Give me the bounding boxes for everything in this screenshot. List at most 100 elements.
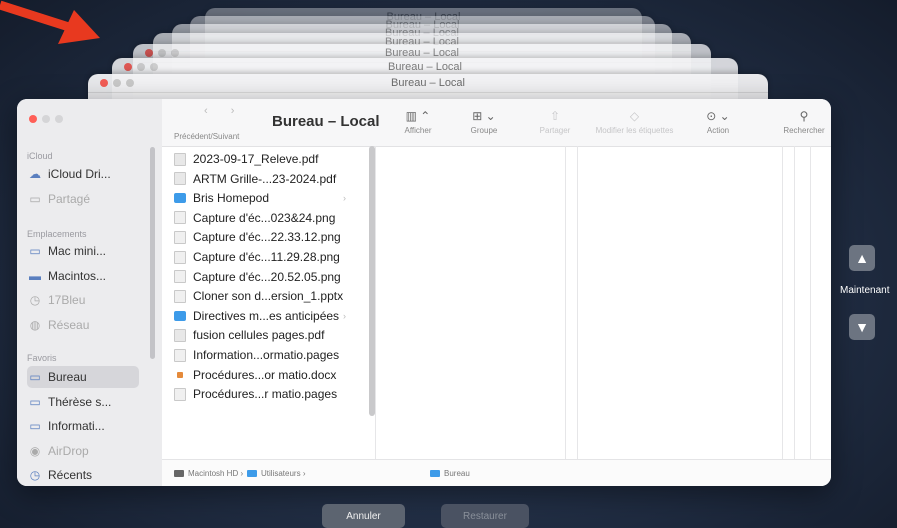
- file-list-column: 2023-09-17_Releve.pdf ARTM Grille-...23-2…: [162, 146, 372, 456]
- document-icon: [174, 387, 186, 401]
- path-separator: ›: [240, 469, 244, 478]
- path-current[interactable]: Bureau: [430, 469, 470, 478]
- action-label: Action: [706, 126, 730, 135]
- group-grid-icon: ⊞ ⌄: [472, 109, 496, 123]
- file-name: fusion cellules pages.pdf: [193, 328, 325, 343]
- file-name: 2023-09-17_Releve.pdf: [193, 152, 319, 166]
- group-label: Groupe: [470, 126, 498, 135]
- column-divider: [810, 146, 811, 459]
- sidebar-item-airdrop[interactable]: ◉ AirDrop: [27, 440, 139, 462]
- sidebar-item-icloud-dri[interactable]: ☁ iCloud Dri...: [27, 163, 139, 185]
- ellipsis-circle-icon: ⊙ ⌄: [706, 109, 730, 123]
- view-button[interactable]: ▥ ⌃ Afficher: [398, 109, 438, 135]
- sidebar-heading-favorites: Favoris: [27, 353, 57, 363]
- file-list-item[interactable]: 2023-09-17_Releve.pdf: [174, 150, 354, 168]
- sidebar-item-label: Macintos...: [48, 268, 107, 283]
- sidebar-item-partag[interactable]: ▭ Partagé: [27, 188, 139, 210]
- sidebar-item-r-cents[interactable]: ◷ Récents: [27, 464, 139, 486]
- sidebar-item-label: Bureau: [48, 370, 87, 384]
- document-icon: [177, 371, 183, 378]
- sidebar-item-r-seau[interactable]: ◍ Réseau: [27, 314, 139, 336]
- folder-icon: [430, 470, 440, 478]
- action-button[interactable]: ⊙ ⌄ Action: [698, 109, 738, 135]
- file-list-item[interactable]: Procédures...r matio.pages: [174, 385, 354, 403]
- file-name: Capture d'éc...20.52.05.png: [193, 269, 341, 284]
- clock-icon: ◷: [29, 293, 41, 307]
- document-icon: [174, 152, 186, 166]
- desktop-folder-icon: ▭: [29, 370, 41, 384]
- sidebar-item-label: AirDrop: [48, 443, 89, 458]
- file-list-item[interactable]: Directives m...es anticipées ›: [174, 307, 354, 325]
- document-icon: [174, 211, 186, 225]
- document-icon: [174, 172, 186, 186]
- view-label: Afficher: [404, 126, 432, 135]
- timeline-down-button[interactable]: ▼: [849, 314, 875, 340]
- close-button[interactable]: [29, 115, 37, 123]
- file-list-item[interactable]: Information...ormatio.pages: [174, 346, 354, 364]
- path-disk-label: Macintosh HD: [188, 469, 239, 478]
- nav-arrows[interactable]: ‹ ›: [204, 105, 244, 117]
- sidebar: iCloud Emplacements Favoris ☁ iCloud Dri.…: [17, 99, 162, 486]
- sidebar-item-informati[interactable]: ▭ Informati...: [27, 415, 139, 437]
- share-button[interactable]: ⇧ Partager: [535, 109, 575, 135]
- file-name: Procédures...or matio.docx: [193, 367, 337, 382]
- column-divider: [565, 146, 566, 459]
- restore-button[interactable]: Restaurer: [441, 504, 529, 528]
- file-list-item[interactable]: Cloner son d...ersion_1.pptx: [174, 287, 354, 305]
- sidebar-item-label: iCloud Dri...: [48, 167, 111, 181]
- timeline-now-label: Maintenant: [840, 285, 890, 296]
- sidebar-item-17bleu[interactable]: ◷ 17Bleu: [27, 289, 139, 311]
- columns-view-icon: ▥ ⌃: [405, 109, 431, 123]
- file-name: Capture d'éc...11.29.28.png: [193, 250, 340, 264]
- red-arrow-icon: [0, 0, 100, 44]
- file-list-item[interactable]: Capture d'éc...20.52.05.png: [174, 268, 354, 286]
- sidebar-item-macintos[interactable]: ▬ Macintos...: [27, 265, 139, 287]
- tag-icon: ◇: [629, 109, 640, 123]
- path-users[interactable]: Utilisateurs ›: [247, 469, 305, 478]
- sidebar-item-label: Thérèse s...: [48, 394, 112, 409]
- sidebar-heading-locations: Emplacements: [27, 229, 87, 239]
- column-divider: [577, 146, 578, 459]
- file-list-item[interactable]: ARTM Grille-...23-2024.pdf: [174, 170, 354, 188]
- path-users-label: Utilisateurs: [261, 469, 301, 478]
- minimize-button: [113, 79, 121, 87]
- document-icon: [174, 328, 186, 342]
- tags-label: Modifier les étiquettes: [595, 126, 674, 135]
- file-name: Directives m...es anticipées: [193, 308, 340, 323]
- file-list-item[interactable]: Procédures...or matio.docx: [174, 366, 354, 384]
- finder-window: iCloud Emplacements Favoris ☁ iCloud Dri.…: [17, 99, 831, 486]
- shared-folder-icon: ▭: [29, 191, 41, 206]
- path-disk[interactable]: Macintosh HD ›: [174, 469, 243, 478]
- file-list-item[interactable]: Capture d'éc...11.29.28.png: [174, 248, 354, 266]
- sidebar-item-th-r-se-s[interactable]: ▭ Thérèse s...: [27, 391, 139, 413]
- column-divider: [782, 146, 783, 459]
- sidebar-item-bureau[interactable]: ▭ Bureau: [27, 366, 139, 388]
- sidebar-heading-icloud: iCloud: [27, 151, 53, 161]
- search-icon: ⚲: [799, 109, 809, 123]
- chevron-right-icon: ›: [343, 193, 346, 204]
- file-list-item[interactable]: fusion cellules pages.pdf: [174, 326, 354, 344]
- minimize-button[interactable]: [42, 115, 50, 123]
- tags-button[interactable]: ◇ Modifier les étiquettes: [582, 109, 687, 135]
- cancel-button[interactable]: Annuler: [322, 504, 405, 528]
- folder-icon: ▭: [29, 419, 41, 433]
- close-button: [145, 49, 153, 57]
- file-list-item[interactable]: Capture d'éc...22.33.12.png: [174, 228, 354, 246]
- search-button[interactable]: ⚲ Rechercher: [774, 109, 831, 135]
- timeline-up-button[interactable]: ▲: [849, 245, 875, 271]
- file-list-item[interactable]: Bris Homepod ›: [174, 189, 354, 207]
- file-name: Capture d'éc...023&24.png: [193, 210, 336, 225]
- sidebar-scrollbar[interactable]: [150, 147, 155, 359]
- sidebar-item-mac-mini[interactable]: ▭ Mac mini...: [27, 240, 139, 262]
- background-window-toolbar: Bureau – Local: [88, 74, 768, 93]
- file-list-item[interactable]: Capture d'éc...023&24.png: [174, 209, 354, 227]
- path-current-label: Bureau: [444, 469, 470, 478]
- zoom-button[interactable]: [55, 115, 63, 123]
- path-separator: ›: [302, 469, 306, 478]
- window-controls: [124, 63, 158, 71]
- share-icon: ⇧: [549, 109, 561, 123]
- path-bar: Macintosh HD › Utilisateurs › Bureau: [162, 459, 831, 486]
- document-icon: [174, 230, 186, 244]
- group-button[interactable]: ⊞ ⌄ Groupe: [464, 109, 504, 135]
- background-window-title: Bureau – Local: [391, 77, 465, 89]
